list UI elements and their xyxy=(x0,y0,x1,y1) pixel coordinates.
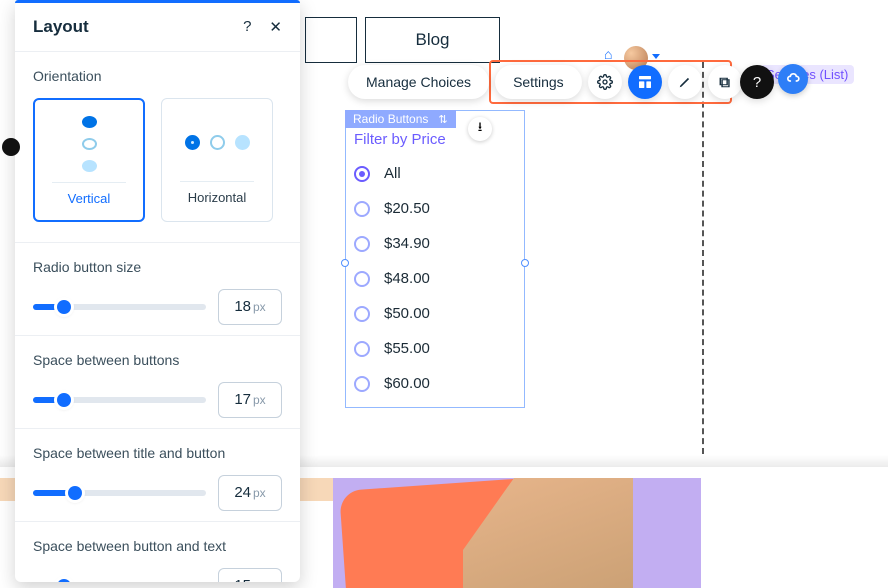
design-icon[interactable] xyxy=(668,65,702,99)
nav-button-blog-label: Blog xyxy=(415,30,449,50)
settings-button[interactable]: Settings xyxy=(495,65,582,99)
slider-thumb[interactable] xyxy=(57,579,71,582)
radio-icon[interactable] xyxy=(354,306,370,322)
radio-option-label: $48.00 xyxy=(384,270,430,287)
slider-value[interactable]: 24px xyxy=(218,475,282,511)
radio-icon[interactable] xyxy=(354,236,370,252)
nav-button-collapsed[interactable] xyxy=(305,17,357,63)
panel-title: Layout xyxy=(33,17,89,37)
layout-panel: Layout ? ✕ Orientation Vertical Horizont… xyxy=(15,0,300,582)
nav-button-blog[interactable]: Blog xyxy=(365,17,500,63)
radio-option-label: All xyxy=(384,165,401,182)
help-icon[interactable]: ? xyxy=(243,18,251,35)
widget-title: Filter by Price xyxy=(354,131,516,148)
radio-option[interactable]: $55.00 xyxy=(354,331,516,366)
download-icon[interactable]: ⭳ xyxy=(468,117,492,141)
left-indicator-dot xyxy=(2,138,20,156)
slider-label: Space between buttons xyxy=(33,352,282,368)
resize-handle-right[interactable] xyxy=(521,259,529,267)
help-icon[interactable]: ? xyxy=(740,65,774,99)
radio-icon[interactable] xyxy=(354,166,370,182)
radio-option[interactable]: $34.90 xyxy=(354,226,516,261)
slider-label: Radio button size xyxy=(33,259,282,275)
guide-line xyxy=(702,62,704,454)
orientation-horizontal[interactable]: Horizontal xyxy=(161,98,273,222)
orientation-vertical[interactable]: Vertical xyxy=(33,98,145,222)
radio-icon[interactable] xyxy=(354,341,370,357)
radio-option-label: $34.90 xyxy=(384,235,430,252)
layout-icon[interactable] xyxy=(628,65,662,99)
radio-buttons-widget[interactable]: Radio Buttons ⇅ ⭳ Filter by Price All $20… xyxy=(345,110,525,408)
image-placeholder-main xyxy=(333,478,701,588)
animation-icon[interactable]: ⧉ xyxy=(708,65,742,99)
home-icon: ⌂ xyxy=(604,46,612,62)
slider-track[interactable] xyxy=(33,490,206,496)
slider-thumb[interactable] xyxy=(57,393,71,407)
settings-label: Settings xyxy=(513,74,564,90)
radio-option[interactable]: $20.50 xyxy=(354,191,516,226)
slider-value[interactable]: 18px xyxy=(218,289,282,325)
data-connect-icon[interactable] xyxy=(778,64,808,94)
radio-option-label: $50.00 xyxy=(384,305,430,322)
swap-icon[interactable]: ⇅ xyxy=(438,113,447,126)
slider-thumb[interactable] xyxy=(57,300,71,314)
radio-option-label: $55.00 xyxy=(384,340,430,357)
chevron-down-icon[interactable] xyxy=(652,54,660,59)
radio-option-label: $60.00 xyxy=(384,375,430,392)
slider-value[interactable]: 17px xyxy=(218,382,282,418)
orientation-label: Orientation xyxy=(33,68,282,84)
resize-handle-left[interactable] xyxy=(341,259,349,267)
gear-icon[interactable] xyxy=(588,65,622,99)
radio-option-label: $20.50 xyxy=(384,200,430,217)
manage-choices-label: Manage Choices xyxy=(366,74,471,90)
element-toolbar: Manage Choices Settings ⧉ xyxy=(348,65,742,99)
close-icon[interactable]: ✕ xyxy=(269,18,282,36)
radio-icon[interactable] xyxy=(354,271,370,287)
radio-option[interactable]: $48.00 xyxy=(354,261,516,296)
slider-label: Space between title and button xyxy=(33,445,282,461)
slider-thumb[interactable] xyxy=(68,486,82,500)
slider-track[interactable] xyxy=(33,397,206,403)
slider-track[interactable] xyxy=(33,304,206,310)
radio-option[interactable]: All xyxy=(354,156,516,191)
orientation-horizontal-label: Horizontal xyxy=(188,190,247,205)
slider-label: Space between button and text xyxy=(33,538,282,554)
radio-option[interactable]: $60.00 xyxy=(354,366,516,401)
radio-option[interactable]: $50.00 xyxy=(354,296,516,331)
widget-tag[interactable]: Radio Buttons ⇅ xyxy=(345,110,456,128)
radio-icon[interactable] xyxy=(354,201,370,217)
manage-choices-button[interactable]: Manage Choices xyxy=(348,65,489,99)
slider-value[interactable]: 15px xyxy=(218,568,282,582)
orientation-vertical-label: Vertical xyxy=(68,191,111,206)
widget-tag-label: Radio Buttons xyxy=(353,112,428,126)
radio-icon[interactable] xyxy=(354,376,370,392)
